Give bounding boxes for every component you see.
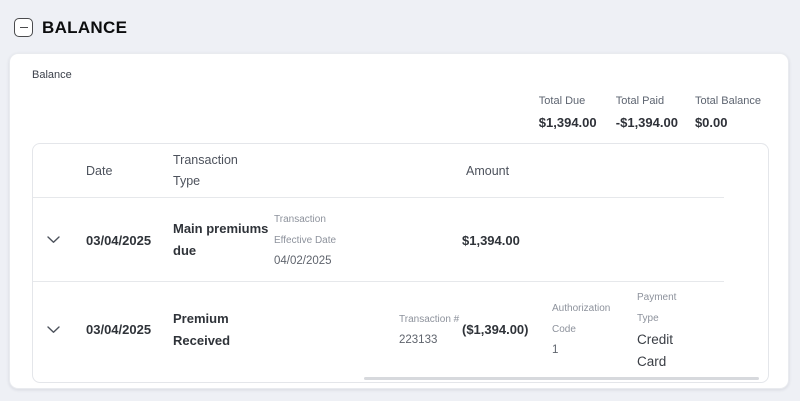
minus-icon [20,27,28,29]
total-due-value: $1,394.00 [539,115,599,130]
table-row[interactable]: 03/04/2025 Main premiums due Transaction… [33,198,768,282]
expand-row-button[interactable] [33,326,73,334]
payment-type-field: Payment Type Credit Card [631,287,751,373]
table-header-row: Date Transaction Type Amount [33,144,768,198]
section-title: BALANCE [42,18,127,38]
total-balance-value: $0.00 [695,115,761,130]
table-row[interactable]: 03/04/2025 Premium Received Transaction … [33,282,768,377]
transaction-amount: $1,394.00 [458,233,546,248]
horizontal-scrollbar[interactable] [35,376,766,381]
column-header-amount: Amount [458,161,546,182]
transaction-type: Premium Received [163,308,269,352]
field-value: 04/02/2025 [274,251,393,272]
total-balance: Total Balance $0.00 [695,94,761,130]
field-label: Authorization Code [552,298,632,340]
transaction-amount: ($1,394.00) [458,322,546,337]
total-paid-value: -$1,394.00 [616,115,678,130]
transaction-type: Main premiums due [163,218,269,262]
expand-row-button[interactable] [33,236,73,244]
total-balance-label: Total Balance [695,94,761,108]
column-header-transaction-type: Transaction Type [163,150,253,192]
total-due: Total Due $1,394.00 [539,94,599,130]
transaction-effective-date-field: Transaction Effective Date 04/02/2025 [268,209,393,272]
chevron-down-icon [47,236,60,244]
transaction-date: 03/04/2025 [73,322,163,337]
section-header: BALANCE [0,0,800,44]
total-due-label: Total Due [539,94,599,108]
authorization-code-field: Authorization Code 1 [546,298,631,361]
transaction-number-field: Transaction # 223133 [393,309,458,351]
balance-card: Balance Total Due $1,394.00 Total Paid -… [9,53,789,389]
field-value: 1 [552,340,631,361]
column-header-date: Date [73,161,163,182]
total-paid: Total Paid -$1,394.00 [616,94,678,130]
card-label: Balance [23,63,775,81]
transaction-date: 03/04/2025 [73,233,163,248]
total-paid-label: Total Paid [616,94,678,108]
collapse-section-button[interactable] [14,18,33,37]
field-label: Payment Type [637,287,695,329]
horizontal-scrollbar-thumb[interactable] [364,377,759,380]
field-label: Transaction Effective Date [274,209,359,251]
chevron-down-icon [47,326,60,334]
field-value: Credit Card [637,329,695,373]
transactions-table: Date Transaction Type Amount 03/04/2025 … [32,143,769,383]
totals-summary: Total Due $1,394.00 Total Paid -$1,394.0… [23,94,775,130]
field-value: 223133 [399,330,458,351]
